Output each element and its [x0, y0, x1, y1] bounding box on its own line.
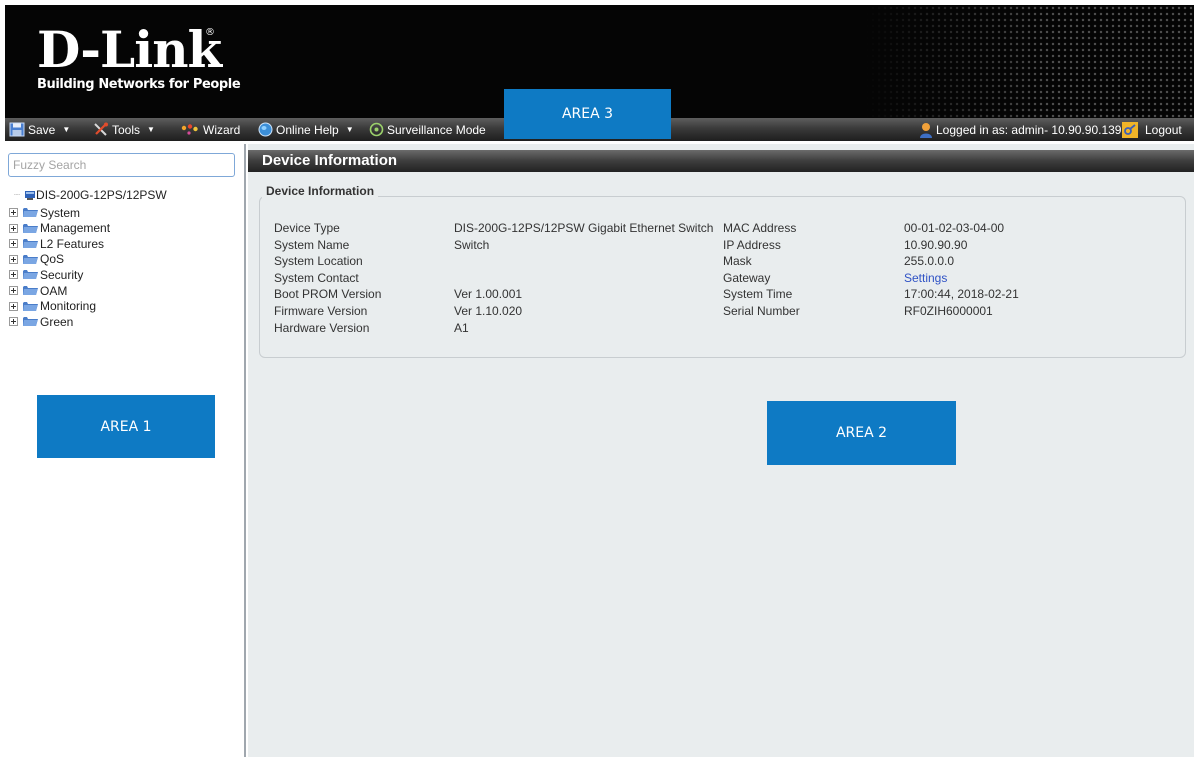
sidebar-item-l2-features[interactable]: L2 Features — [9, 236, 104, 251]
wizard-button[interactable]: Wizard — [180, 118, 240, 141]
info-label: Boot PROM Version — [274, 287, 382, 302]
folder-icon — [23, 286, 38, 295]
info-value: 10.90.90.90 — [904, 237, 968, 252]
sidebar-item-oam[interactable]: OAM — [9, 283, 67, 298]
area-2-label: AREA 2 — [767, 401, 956, 465]
info-value: Ver 1.00.001 — [454, 287, 523, 302]
info-label: Gateway — [723, 270, 771, 285]
info-label: Device Type — [274, 221, 340, 235]
dlink-logo: D-Link ® Building Networks for People — [37, 20, 241, 95]
info-label: System Name — [274, 237, 350, 252]
page-title: Device Information — [248, 150, 1194, 172]
info-label: System Location — [274, 254, 363, 269]
main-content: Device Information Device Information De… — [248, 144, 1194, 757]
folder-icon — [23, 223, 38, 233]
sidebar-item-security[interactable]: Security — [9, 267, 83, 282]
logged-in-label: Logged in as: admin- 10.90.90.139 — [936, 122, 1122, 137]
info-value: RF0ZIH6000001 — [904, 304, 993, 318]
sidebar-item-label: System — [40, 205, 81, 220]
logout-key-icon — [1122, 121, 1138, 138]
expand-icon[interactable] — [9, 239, 18, 249]
surveillance-mode-button[interactable]: Surveillance Mode — [369, 118, 486, 141]
info-label: MAC Address — [723, 221, 797, 235]
expand-icon[interactable] — [9, 223, 18, 233]
chevron-down-icon: ▼ — [345, 125, 354, 134]
sidebar-item-system[interactable]: System — [9, 205, 80, 220]
surveillance-label: Surveillance Mode — [387, 122, 486, 137]
tools-icon — [94, 122, 108, 136]
logo-tagline: Building Networks for People — [37, 77, 241, 92]
online-help-menu[interactable]: Online Help ▼ — [258, 118, 354, 141]
sidebar-item-label: OAM — [40, 283, 68, 298]
sidebar-item-label: Security — [40, 267, 84, 282]
section-legend: Device Information — [262, 184, 379, 198]
info-value: Ver 1.10.020 — [454, 304, 523, 318]
info-value: DIS-200G-12PS/12PSW Gigabit Ethernet Swi… — [454, 221, 714, 235]
info-value: A1 — [454, 320, 469, 335]
sidebar-item-label: Management — [40, 221, 111, 236]
sidebar-item-green[interactable]: Green — [9, 314, 73, 329]
info-label: Firmware Version — [274, 304, 368, 318]
info-value: Switch — [454, 237, 490, 252]
gateway-settings-link[interactable]: Settings — [904, 271, 947, 285]
expand-icon[interactable] — [9, 208, 18, 217]
folder-icon — [23, 270, 38, 280]
save-label: Save — [28, 122, 56, 137]
sidebar-item-label: Green — [40, 314, 74, 329]
save-menu[interactable]: Save ▼ — [9, 118, 70, 141]
folder-icon — [23, 208, 38, 217]
sidebar-item-management[interactable]: Management — [9, 221, 110, 236]
info-label: System Time — [723, 287, 793, 302]
folder-icon — [23, 239, 38, 249]
sidebar-item-label: L2 Features — [40, 236, 105, 251]
info-value: 255.0.0.0 — [904, 254, 955, 269]
tools-label: Tools — [112, 122, 141, 137]
header-pattern — [864, 5, 1194, 118]
user-icon — [920, 122, 932, 138]
info-value: 17:00:44, 2018-02-21 — [904, 287, 1019, 302]
area-3-label: AREA 3 — [504, 89, 671, 139]
info-label: System Contact — [274, 270, 359, 285]
tree-root-label: DIS-200G-12PS/12PSW — [36, 188, 167, 202]
expand-icon[interactable] — [9, 301, 18, 311]
fuzzy-search-input[interactable] — [8, 153, 235, 177]
info-label: Hardware Version — [274, 320, 370, 335]
expand-icon[interactable] — [9, 254, 18, 264]
folder-icon — [23, 254, 38, 264]
online-help-label: Online Help — [276, 122, 339, 137]
info-label: Mask — [723, 254, 752, 269]
chevron-down-icon: ▼ — [62, 125, 71, 134]
info-value: 00-01-02-03-04-00 — [904, 221, 1005, 235]
switch-device-icon — [25, 191, 36, 200]
info-label: IP Address — [723, 237, 781, 252]
sidebar-item-label: Monitoring — [40, 299, 97, 314]
folder-icon — [23, 301, 38, 311]
logout-button[interactable]: Logout — [1122, 118, 1182, 141]
folder-icon — [23, 317, 38, 327]
sidebar-item-label: QoS — [40, 252, 65, 267]
wizard-icon — [181, 123, 198, 135]
info-label: Serial Number — [723, 304, 800, 318]
app-frame: D-Link ® Building Networks for People Sa… — [5, 5, 1194, 757]
help-globe-icon — [258, 122, 273, 137]
sidebar-item-monitoring[interactable]: Monitoring — [9, 299, 96, 314]
wizard-label: Wizard — [203, 122, 241, 137]
tree-connector-icon: ┈ — [14, 189, 21, 201]
logout-label: Logout — [1145, 122, 1182, 137]
logged-in-status: Logged in as: admin- 10.90.90.139 — [919, 118, 1121, 141]
logo-wordmark: D-Link — [37, 20, 222, 79]
sidebar-item-qos[interactable]: QoS — [9, 252, 64, 267]
expand-icon[interactable] — [9, 270, 18, 280]
expand-icon[interactable] — [9, 317, 18, 327]
tree-root-device[interactable]: ┈ DIS-200G-12PS/12PSW — [14, 188, 167, 202]
tools-menu[interactable]: Tools ▼ — [93, 118, 155, 141]
chevron-down-icon: ▼ — [147, 125, 155, 134]
surveillance-icon — [369, 122, 384, 137]
floppy-disk-icon — [9, 122, 25, 137]
registered-mark: ® — [205, 27, 215, 38]
expand-icon[interactable] — [9, 286, 18, 295]
area-1-label: AREA 1 — [37, 395, 215, 458]
